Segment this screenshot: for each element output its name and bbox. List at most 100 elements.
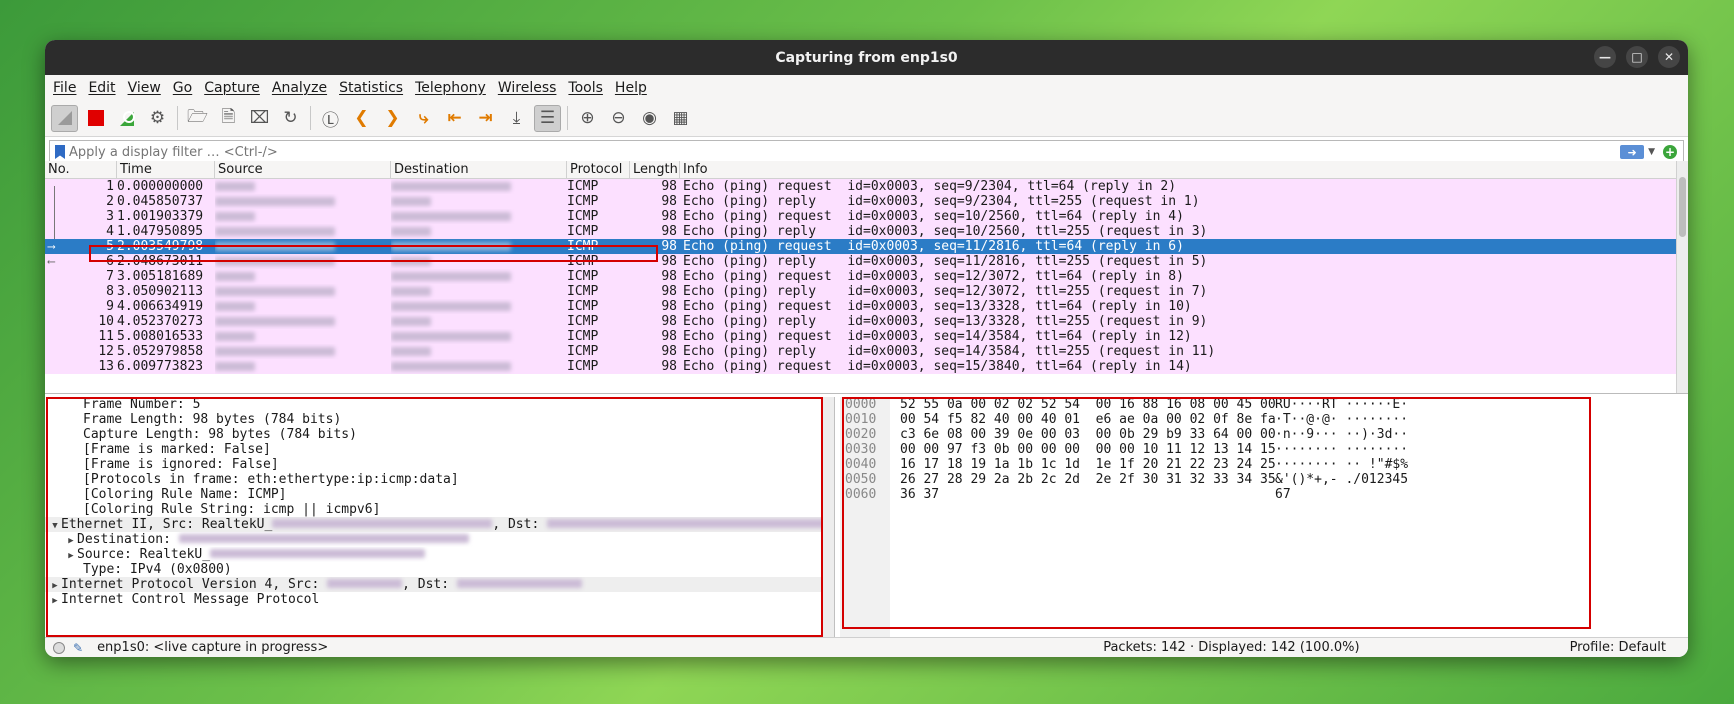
- last-packet-button[interactable]: ⇥: [472, 105, 499, 132]
- stop-capture-button[interactable]: [82, 105, 109, 132]
- menu-statistics[interactable]: Statistics: [339, 80, 403, 96]
- packet-row[interactable]: 13 6.009773823 ICMP 98 Echo (ping) reque…: [45, 359, 1688, 374]
- bytes-row[interactable]: 0030 00 00 97 f3 0b 00 00 00 00 00 10 11 …: [840, 442, 1688, 457]
- colorize-button[interactable]: ☰: [534, 104, 561, 132]
- go-to-packet-button[interactable]: ⤷: [410, 105, 437, 132]
- packet-row[interactable]: 10 4.052370273 ICMP 98 Echo (ping) reply…: [45, 314, 1688, 329]
- detail-coloring-rule-name[interactable]: [Coloring Rule Name: ICMP]: [45, 487, 834, 502]
- packet-row[interactable]: 4 1.047950895 ICMP 98 Echo (ping) reply …: [45, 224, 1688, 239]
- go-forward-button[interactable]: ❯: [379, 105, 406, 132]
- filter-history-dropdown[interactable]: ▼: [1648, 147, 1655, 157]
- zoom-in-button[interactable]: ⊕: [574, 105, 601, 132]
- packet-time: 2.048673011: [117, 254, 204, 269]
- reload-file-button[interactable]: ↻: [277, 105, 304, 132]
- packet-row[interactable]: 12 5.052979858 ICMP 98 Echo (ping) reply…: [45, 344, 1688, 359]
- go-back-button[interactable]: ❮: [348, 105, 375, 132]
- close-file-button[interactable]: ⌧: [246, 105, 273, 132]
- packet-time: 5.008016533: [117, 329, 204, 344]
- packet-row[interactable]: 1 0.000000000 ICMP 98 Echo (ping) reques…: [45, 179, 1688, 194]
- bytes-row[interactable]: 0050 26 27 28 29 2a 2b 2c 2d 2e 2f 30 31 …: [840, 472, 1688, 487]
- minimize-button[interactable]: —: [1594, 46, 1616, 68]
- profile-selector[interactable]: Profile: Default: [1570, 640, 1666, 655]
- menu-wireless[interactable]: Wireless: [498, 80, 557, 96]
- packet-list-scrollbar[interactable]: [1676, 161, 1688, 393]
- packet-protocol: ICMP: [567, 344, 599, 359]
- column-source[interactable]: Source: [215, 161, 391, 178]
- bytes-row[interactable]: 0040 16 17 18 19 1a 1b 1c 1d 1e 1f 20 21 …: [840, 457, 1688, 472]
- zoom-out-button[interactable]: ⊖: [605, 105, 632, 132]
- comment-pencil-icon[interactable]: ✎: [73, 641, 83, 655]
- packet-row[interactable]: ⟵ 6 2.048673011 ICMP 98 Echo (ping) repl…: [45, 254, 1688, 269]
- autoscroll-button[interactable]: ⤓: [503, 105, 530, 132]
- detail-frame-marked[interactable]: [Frame is marked: False]: [45, 442, 834, 457]
- packet-row[interactable]: 2 0.045850737 ICMP 98 Echo (ping) reply …: [45, 194, 1688, 209]
- bytes-row[interactable]: 0010 00 54 f5 82 40 00 40 01 e6 ae 0a 00 …: [840, 412, 1688, 427]
- menu-edit[interactable]: Edit: [88, 80, 115, 96]
- detail-ethernet[interactable]: ▼ Ethernet II, Src: RealtekU_ , Dst:: [45, 517, 834, 532]
- bookmark-icon[interactable]: [55, 145, 65, 159]
- packet-row-selected[interactable]: ⟶ 5 2.003549798 ICMP 98 Echo (ping) requ…: [45, 239, 1688, 254]
- bytes-row[interactable]: 0060 36 37 67: [840, 487, 1688, 502]
- collapsed-triangle-icon[interactable]: ▶: [49, 594, 61, 607]
- packet-row[interactable]: 8 3.050902113 ICMP 98 Echo (ping) reply …: [45, 284, 1688, 299]
- apply-filter-button[interactable]: ➜: [1620, 145, 1645, 159]
- close-button[interactable]: ✕: [1658, 46, 1680, 68]
- menu-go[interactable]: Go: [173, 80, 192, 96]
- add-filter-button-button[interactable]: +: [1663, 145, 1677, 159]
- menu-analyze[interactable]: Analyze: [272, 80, 327, 96]
- display-filter-input[interactable]: [69, 144, 1621, 160]
- column-no[interactable]: No.: [45, 161, 117, 178]
- menu-view[interactable]: View: [128, 80, 161, 96]
- detail-destination[interactable]: ▶ Destination:: [45, 532, 834, 547]
- column-destination[interactable]: Destination: [391, 161, 567, 178]
- start-capture-button[interactable]: [51, 104, 78, 132]
- packet-row[interactable]: 7 3.005181689 ICMP 98 Echo (ping) reques…: [45, 269, 1688, 284]
- find-packet-button[interactable]: Ⓛ: [317, 105, 344, 132]
- details-scrollbar[interactable]: [822, 397, 834, 637]
- save-file-button[interactable]: 🗎: [215, 105, 242, 132]
- menu-telephony[interactable]: Telephony: [415, 80, 486, 96]
- restart-capture-button[interactable]: [113, 105, 140, 132]
- icmp-label: Internet Control Message Protocol: [61, 592, 320, 607]
- first-packet-button[interactable]: ⇤: [441, 105, 468, 132]
- bytes-row[interactable]: 0000 52 55 0a 00 02 02 52 54 00 16 88 16 …: [840, 397, 1688, 412]
- detail-ipv4[interactable]: ▶ Internet Protocol Version 4, Src: , Dst…: [45, 577, 834, 592]
- normal-size-button[interactable]: ◉: [636, 105, 663, 132]
- packet-row[interactable]: 11 5.008016533 ICMP 98 Echo (ping) reque…: [45, 329, 1688, 344]
- menu-file[interactable]: File: [53, 80, 76, 96]
- bytes-offset: 0050: [845, 472, 877, 487]
- bytes-ascii: ········ ········: [1275, 442, 1409, 457]
- maximize-button[interactable]: □: [1626, 46, 1648, 68]
- column-info[interactable]: Info: [680, 161, 1688, 178]
- menu-tools[interactable]: Tools: [568, 80, 603, 96]
- open-file-button[interactable]: 🗁: [184, 105, 211, 132]
- resize-columns-button[interactable]: ▦: [667, 105, 694, 132]
- detail-source[interactable]: ▶ Source: RealtekU_: [45, 547, 834, 562]
- detail-protocols[interactable]: [Protocols in frame: eth:ethertype:ip:ic…: [45, 472, 834, 487]
- expanded-triangle-icon[interactable]: ▼: [49, 519, 61, 532]
- packet-no: 4: [106, 224, 114, 239]
- collapsed-triangle-icon[interactable]: ▶: [49, 579, 61, 592]
- bytes-hex: 00 54 f5 82 40 00 40 01 e6 ae 0a 00 02 0…: [900, 412, 1276, 427]
- collapsed-triangle-icon[interactable]: ▶: [65, 549, 77, 562]
- detail-coloring-rule-string[interactable]: [Coloring Rule String: icmp || icmpv6]: [45, 502, 834, 517]
- packet-row[interactable]: 9 4.006634919 ICMP 98 Echo (ping) reques…: [45, 299, 1688, 314]
- reply-arrow-icon: ⟵: [48, 255, 55, 268]
- menu-capture[interactable]: Capture: [204, 80, 260, 96]
- capture-options-button[interactable]: ⚙: [144, 105, 171, 132]
- column-protocol[interactable]: Protocol: [567, 161, 630, 178]
- expert-info-icon[interactable]: [53, 641, 65, 654]
- detail-icmp[interactable]: ▶ Internet Control Message Protocol: [45, 592, 834, 607]
- menu-help[interactable]: Help: [615, 80, 647, 96]
- detail-frame-length[interactable]: Frame Length: 98 bytes (784 bits): [45, 412, 834, 427]
- detail-frame-number[interactable]: Frame Number: 5: [45, 397, 834, 412]
- column-length[interactable]: Length: [630, 161, 680, 178]
- detail-frame-ignored[interactable]: [Frame is ignored: False]: [45, 457, 834, 472]
- detail-capture-length[interactable]: Capture Length: 98 bytes (784 bits): [45, 427, 834, 442]
- detail-type[interactable]: Type: IPv4 (0x0800): [45, 562, 834, 577]
- packet-row[interactable]: 3 1.001903379 ICMP 98 Echo (ping) reques…: [45, 209, 1688, 224]
- collapsed-triangle-icon[interactable]: ▶: [65, 534, 77, 547]
- column-time[interactable]: Time: [117, 161, 215, 178]
- bytes-row[interactable]: 0020 c3 6e 08 00 39 0e 00 03 00 0b 29 b9 …: [840, 427, 1688, 442]
- colorize-list-icon: ☰: [539, 108, 556, 128]
